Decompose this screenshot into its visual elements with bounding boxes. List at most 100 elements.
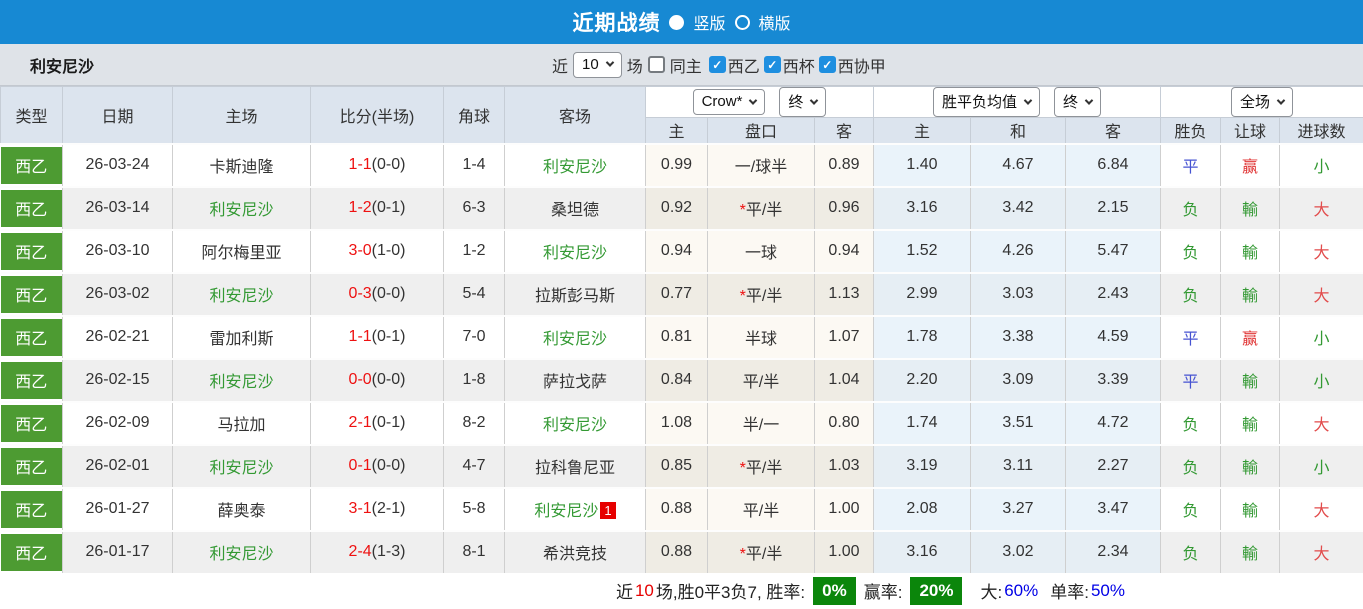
half-score: (0-0) [372, 457, 406, 474]
avg-draw-odds: 3.27 [971, 488, 1066, 531]
footer-count: 10 [635, 581, 654, 601]
avg-home-odds: 1.40 [874, 144, 971, 187]
home-team-cell: 马拉加 [173, 402, 311, 445]
col-header-avg-home: 主 [874, 118, 971, 144]
odds-time-select[interactable]: 终 [779, 87, 826, 117]
chevron-down-icon [1277, 96, 1285, 104]
league-badge: 西乙 [1, 448, 63, 485]
handicap-line: 平/半 [746, 546, 782, 563]
avg-draw-odds: 4.67 [971, 144, 1066, 187]
home-odds: 0.88 [646, 488, 708, 531]
away-odds: 1.04 [815, 359, 874, 402]
col-header-avg-away: 客 [1066, 118, 1161, 144]
chevron-down-icon [810, 96, 818, 104]
corners: 4-7 [444, 445, 505, 488]
avg-draw-odds: 3.11 [971, 445, 1066, 488]
avg-away-odds: 6.84 [1066, 144, 1161, 187]
avg-draw-odds: 3.42 [971, 187, 1066, 230]
filter-checkbox[interactable] [709, 56, 726, 73]
final-score: 0-3 [349, 285, 372, 302]
half-score: (0-1) [372, 414, 406, 431]
col-header-handicap: 盘口 [708, 118, 815, 144]
avg-draw-odds: 3.51 [971, 402, 1066, 445]
same-home-checkbox[interactable] [648, 56, 665, 73]
half-score: (1-0) [372, 242, 406, 259]
avg-away-odds: 3.47 [1066, 488, 1161, 531]
goals-value: 大 [1314, 546, 1330, 563]
table-row: 西乙 26-03-10 阿尔梅里亚 3-0(1-0) 1-2 利安尼沙 0.94… [1, 230, 1363, 273]
home-team: 利安尼沙 [209, 374, 273, 391]
odds-company-select[interactable]: Crow* [693, 89, 766, 115]
match-date: 26-03-24 [63, 144, 173, 187]
league-badge: 西乙 [1, 190, 63, 227]
filter-checkbox[interactable] [819, 56, 836, 73]
half-score: (0-0) [372, 371, 406, 388]
away-team-cell: 拉斯彭马斯 [505, 273, 646, 316]
half-score: (2-1) [372, 500, 406, 517]
scope-select[interactable]: 全场 [1231, 87, 1293, 117]
chevron-down-icon [1024, 96, 1032, 104]
home-team: 阿尔梅里亚 [201, 245, 281, 262]
avg-home-odds: 2.20 [874, 359, 971, 402]
avg-draw-odds: 3.09 [971, 359, 1066, 402]
handicap-line: 半球 [745, 331, 777, 348]
avg-away-odds: 2.34 [1066, 531, 1161, 573]
home-odds: 0.94 [646, 230, 708, 273]
goals-value: 小 [1314, 374, 1330, 391]
table-row: 西乙 26-03-14 利安尼沙 1-2(0-1) 6-3 桑坦德 0.92 *… [1, 187, 1363, 230]
goals-value: 小 [1314, 159, 1330, 176]
filter-checkbox[interactable] [764, 56, 781, 73]
avg-away-odds: 4.72 [1066, 402, 1161, 445]
league-badge: 西乙 [1, 491, 63, 528]
handicap-line: 半/一 [743, 417, 779, 434]
goals-value: 大 [1314, 417, 1330, 434]
result-value: 平 [1182, 331, 1198, 348]
score-cell: 1-2(0-1) [311, 187, 444, 230]
table-row: 西乙 26-02-09 马拉加 2-1(0-1) 8-2 利安尼沙 1.08 半… [1, 402, 1363, 445]
corners: 1-4 [444, 144, 505, 187]
table-row: 西乙 26-01-17 利安尼沙 2-4(1-3) 8-1 希洪竞技 0.88 … [1, 531, 1363, 573]
big-label: 大: [980, 578, 1002, 603]
away-team-cell: 利安尼沙 [505, 230, 646, 273]
avg-draw-odds: 3.02 [971, 531, 1066, 573]
goals-value: 大 [1314, 245, 1330, 262]
handicap-cell: *平/半 [708, 531, 815, 573]
vertical-layout-label: 竖版 [693, 10, 725, 34]
home-team: 利安尼沙 [209, 202, 273, 219]
avg-time-select[interactable]: 终 [1054, 87, 1101, 117]
result-value: 负 [1182, 546, 1198, 563]
footer-prefix: 近 [616, 578, 633, 603]
away-team: 希洪竞技 [543, 546, 607, 563]
avg-draw-odds: 4.26 [971, 230, 1066, 273]
col-header-type: 类型 [1, 87, 63, 144]
avg-away-odds: 4.59 [1066, 316, 1161, 359]
result-value: 负 [1182, 288, 1198, 305]
handicap-cell: *平/半 [708, 273, 815, 316]
score-cell: 0-0(0-0) [311, 359, 444, 402]
avg-home-odds: 1.74 [874, 402, 971, 445]
home-team: 利安尼沙 [209, 460, 273, 477]
big-rate: 60% [1004, 581, 1038, 601]
avg-home-odds: 2.99 [874, 273, 971, 316]
away-team-cell: 希洪竞技 [505, 531, 646, 573]
single-rate: 50% [1091, 581, 1125, 601]
final-score: 1-2 [349, 199, 372, 216]
recent-count-select[interactable]: 10 [573, 52, 622, 78]
half-score: (0-1) [372, 328, 406, 345]
corners: 6-3 [444, 187, 505, 230]
league-badge: 西乙 [1, 147, 63, 184]
final-score: 0-1 [349, 457, 372, 474]
league-badge: 西乙 [1, 233, 63, 270]
horizontal-layout-radio[interactable] [735, 15, 750, 30]
match-date: 26-01-17 [63, 531, 173, 573]
result-value: 平 [1182, 374, 1198, 391]
avg-odds-select[interactable]: 胜平负均值 [933, 87, 1040, 117]
win-rate-badge: 0% [813, 577, 856, 605]
vertical-layout-radio[interactable] [669, 15, 684, 30]
table-row: 西乙 26-03-02 利安尼沙 0-3(0-0) 5-4 拉斯彭马斯 0.77… [1, 273, 1363, 316]
avg-home-odds: 3.19 [874, 445, 971, 488]
page-title: 近期战绩 [572, 7, 660, 37]
summary-footer: 近 10 场,胜0平3负7, 胜率: 0% 赢率: 20% 大: 60% 单率:… [0, 573, 1363, 609]
avg-home-odds: 2.08 [874, 488, 971, 531]
score-cell: 3-1(2-1) [311, 488, 444, 531]
